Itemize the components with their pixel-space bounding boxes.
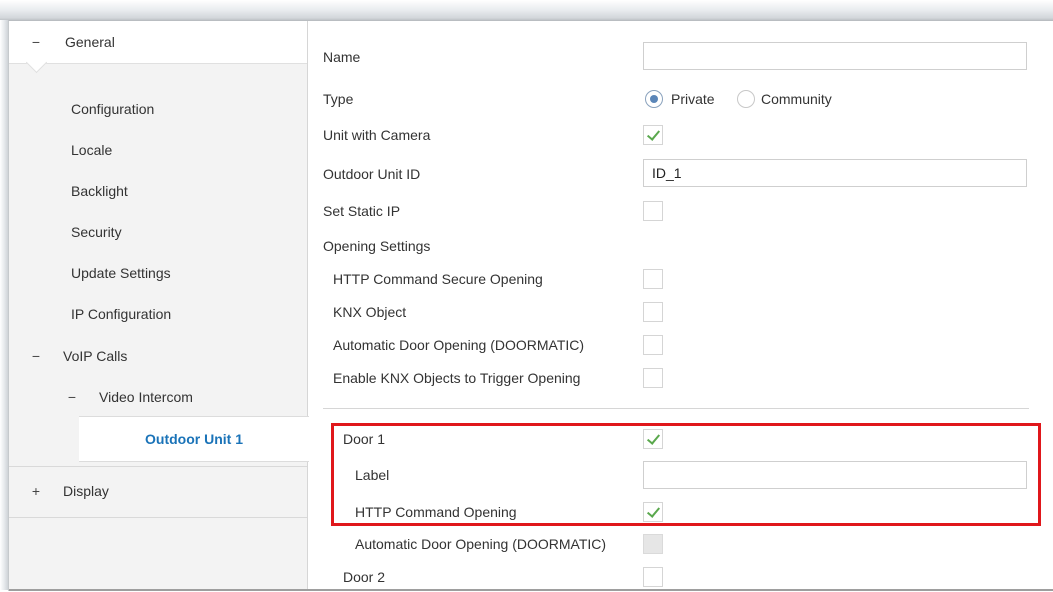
knx-trigger-label: Enable KNX Objects to Trigger Opening <box>333 370 581 386</box>
type-row: Type Private Community <box>9 84 1053 114</box>
set-static-ip-label: Set Static IP <box>323 203 401 219</box>
outdoor-unit-id-field[interactable]: ID_1 <box>643 159 1027 187</box>
door-2-checkbox[interactable] <box>643 567 663 587</box>
knx-object-label: KNX Object <box>333 304 407 320</box>
type-private-radio[interactable] <box>645 90 663 108</box>
name-label: Name <box>323 49 361 65</box>
door-1-doormatic-checkbox <box>643 534 663 554</box>
app-window: − General Configuration Locale Backlight… <box>8 20 1053 591</box>
type-private-label: Private <box>671 91 715 107</box>
knx-object-row: KNX Object <box>9 297 1053 327</box>
opening-settings-heading: Opening Settings <box>323 238 431 254</box>
knx-trigger-row: Enable KNX Objects to Trigger Opening <box>9 363 1053 393</box>
type-community-label: Community <box>761 91 832 107</box>
knx-object-checkbox[interactable] <box>643 302 663 322</box>
type-community-radio[interactable] <box>737 90 755 108</box>
outdoor-unit-id-row: Outdoor Unit ID ID_1 <box>9 159 1053 189</box>
door-2-row: Door 2 <box>9 562 1053 592</box>
name-row: Name <box>9 42 1053 72</box>
window-shadow-left <box>0 20 8 590</box>
unit-with-camera-row: Unit with Camera <box>9 120 1053 150</box>
unit-with-camera-label: Unit with Camera <box>323 127 431 143</box>
door-1-doormatic-label: Automatic Door Opening (DOORMATIC) <box>355 536 607 552</box>
window-bottom-edge <box>9 589 1053 591</box>
http-secure-opening-label: HTTP Command Secure Opening <box>333 271 543 287</box>
knx-trigger-checkbox[interactable] <box>643 368 663 388</box>
doormatic-label: Automatic Door Opening (DOORMATIC) <box>333 337 585 353</box>
highlight-box <box>331 423 1041 526</box>
http-secure-opening-checkbox[interactable] <box>643 269 663 289</box>
door-2-label: Door 2 <box>343 569 386 585</box>
door-1-doormatic-row: Automatic Door Opening (DOORMATIC) <box>9 529 1053 559</box>
opening-settings-row: Opening Settings <box>9 231 1053 261</box>
section-divider <box>323 408 1029 409</box>
type-label: Type <box>323 91 354 107</box>
doormatic-checkbox[interactable] <box>643 335 663 355</box>
window-shadow-top <box>0 0 1053 20</box>
set-static-ip-row: Set Static IP <box>9 196 1053 226</box>
http-secure-opening-row: HTTP Command Secure Opening <box>9 264 1053 294</box>
outdoor-unit-id-label: Outdoor Unit ID <box>323 166 421 182</box>
unit-with-camera-checkbox[interactable] <box>643 125 663 145</box>
set-static-ip-checkbox[interactable] <box>643 201 663 221</box>
doormatic-row: Automatic Door Opening (DOORMATIC) <box>9 330 1053 360</box>
name-field[interactable] <box>643 42 1027 70</box>
